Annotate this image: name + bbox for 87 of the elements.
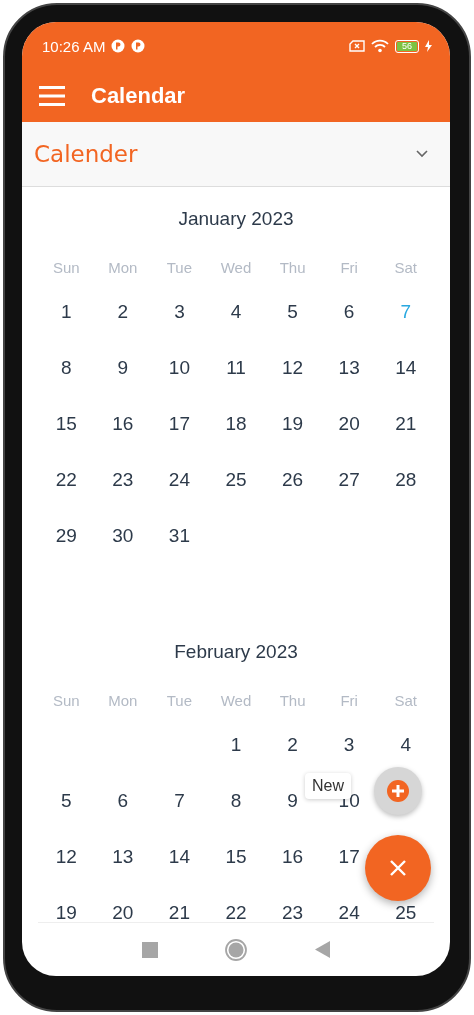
calendar-day[interactable]: 9 bbox=[287, 790, 298, 812]
calendar-day[interactable]: 5 bbox=[61, 790, 72, 812]
calendar-day[interactable]: 24 bbox=[168, 469, 190, 491]
menu-icon[interactable] bbox=[39, 86, 65, 106]
calendar-day[interactable]: 2 bbox=[287, 734, 298, 756]
new-button[interactable] bbox=[374, 767, 422, 815]
weekday-label: Sat bbox=[394, 259, 417, 276]
weekday-label: Sat bbox=[394, 692, 417, 709]
calendar-day[interactable]: 14 bbox=[395, 357, 417, 379]
calendar-day[interactable]: 8 bbox=[61, 357, 72, 379]
calendar-day[interactable]: 18 bbox=[225, 413, 247, 435]
close-icon bbox=[390, 860, 406, 876]
calendar-day[interactable]: 22 bbox=[225, 902, 247, 922]
calendar-day[interactable]: 21 bbox=[395, 413, 417, 435]
month-title: January 2023 bbox=[178, 208, 294, 230]
weekday-label: Wed bbox=[220, 259, 252, 276]
weekday-label: Thu bbox=[279, 692, 306, 709]
calendar-day[interactable]: 21 bbox=[168, 902, 190, 922]
calendar-day[interactable]: 22 bbox=[55, 469, 77, 491]
calendar-day[interactable]: 15 bbox=[225, 846, 247, 868]
calendar-day[interactable]: 8 bbox=[230, 790, 242, 812]
calendar-day[interactable]: 16 bbox=[282, 846, 304, 868]
calendar-day[interactable]: 9 bbox=[117, 357, 129, 379]
calendar-day[interactable]: 25 bbox=[225, 469, 247, 491]
weekday-label: Wed bbox=[220, 692, 252, 709]
calendar-day[interactable]: 23 bbox=[112, 469, 134, 491]
calendar-day[interactable]: 23 bbox=[282, 902, 304, 922]
calendar-day[interactable]: 4 bbox=[230, 301, 242, 323]
weekday-label: Mon bbox=[108, 692, 138, 709]
calendar-day[interactable]: 12 bbox=[55, 846, 77, 868]
dropdown-value: Calender bbox=[34, 141, 138, 167]
status-app-icon bbox=[131, 39, 146, 53]
app-title: Calendar bbox=[91, 83, 186, 109]
sim-card-icon bbox=[349, 40, 365, 52]
weekday-label: Tue bbox=[166, 259, 193, 276]
wifi-icon bbox=[371, 39, 389, 53]
calendar-day[interactable]: 14 bbox=[168, 846, 190, 868]
battery-level: 56 bbox=[397, 41, 417, 51]
calendar-day[interactable]: 16 bbox=[112, 413, 134, 435]
weekday-label: Mon bbox=[108, 259, 138, 276]
back-icon[interactable] bbox=[315, 941, 331, 958]
calendar-day[interactable]: 2 bbox=[117, 301, 129, 323]
calendar-day[interactable]: 6 bbox=[343, 301, 355, 323]
calendar-day[interactable]: 30 bbox=[112, 525, 134, 547]
calendar-day[interactable]: 24 bbox=[338, 902, 360, 922]
month-title: February 2023 bbox=[174, 641, 298, 663]
chevron-icon bbox=[416, 150, 428, 158]
calendar-day[interactable]: 11 bbox=[226, 357, 246, 379]
calendar-day[interactable]: 17 bbox=[168, 413, 190, 435]
fab-button[interactable] bbox=[365, 835, 431, 901]
calendar-day[interactable]: 26 bbox=[282, 469, 304, 491]
calendar-day[interactable]: 28 bbox=[395, 469, 417, 491]
calendar-day[interactable]: 15 bbox=[55, 413, 77, 435]
calendar-day[interactable]: 13 bbox=[338, 357, 360, 379]
calendar-day[interactable]: 13 bbox=[112, 846, 134, 868]
calendar-day[interactable]: 29 bbox=[55, 525, 77, 547]
calendar-day[interactable]: 3 bbox=[343, 734, 355, 756]
home-icon[interactable] bbox=[225, 938, 248, 961]
plus-circle-icon bbox=[387, 780, 409, 802]
charging-icon bbox=[425, 40, 432, 52]
calendar-day[interactable]: 4 bbox=[400, 734, 411, 756]
calendar-day[interactable]: 1 bbox=[230, 734, 242, 756]
weekday-label: Fri bbox=[340, 692, 358, 709]
calendar-day[interactable]: 10 bbox=[168, 357, 190, 379]
calendar-day[interactable]: 19 bbox=[55, 902, 77, 922]
calendar-day[interactable]: 12 bbox=[282, 357, 304, 379]
weekday-label: Sun bbox=[52, 692, 80, 709]
status-time: 10:26 AM bbox=[42, 37, 106, 55]
weekday-label: Sun bbox=[52, 259, 80, 276]
weekday-label: Tue bbox=[166, 692, 193, 709]
new-tooltip: New bbox=[305, 773, 351, 799]
calendar-day[interactable]: 17 bbox=[338, 846, 360, 868]
calendar-day[interactable]: 5 bbox=[287, 301, 298, 323]
calendar-day[interactable]: 27 bbox=[338, 469, 360, 491]
calendar-day[interactable]: 25 bbox=[395, 902, 417, 922]
weekday-label: Fri bbox=[340, 259, 358, 276]
status-app-icon bbox=[111, 39, 126, 53]
calendar-day[interactable]: 20 bbox=[338, 413, 360, 435]
calendar-day[interactable]: 1 bbox=[61, 301, 72, 323]
calendar-day[interactable]: 19 bbox=[282, 413, 304, 435]
calendar-day[interactable]: 6 bbox=[117, 790, 129, 812]
calendar-day[interactable]: 7 bbox=[174, 790, 185, 812]
calendar-day[interactable]: 20 bbox=[112, 902, 134, 922]
recents-icon[interactable] bbox=[141, 941, 158, 958]
calendar-day[interactable]: 31 bbox=[168, 525, 190, 547]
weekday-label: Thu bbox=[279, 259, 306, 276]
calendar-day[interactable]: 3 bbox=[174, 301, 185, 323]
